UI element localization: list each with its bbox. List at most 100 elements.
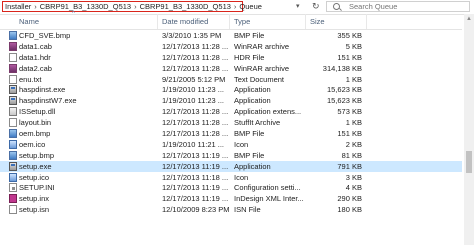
file-date: 12/17/2013 11:19 ...	[162, 183, 229, 193]
file-date: 1/19/2010 11:23 ...	[162, 96, 224, 106]
breadcrumb-separator-icon[interactable]: ›	[234, 2, 237, 11]
file-row[interactable]: CFD_SVE.bmp 3/3/2010 1:35 PM BMP File 355 K…	[0, 30, 462, 41]
column-header-type[interactable]: Type	[234, 17, 250, 26]
file-size: 4 KB	[345, 183, 362, 193]
file-type: Icon	[234, 172, 249, 182]
application-file-icon	[9, 96, 17, 106]
image-file-icon	[9, 129, 17, 139]
file-size: 151 KB	[337, 129, 362, 139]
file-name: setup.exe	[19, 161, 52, 171]
file-type: InDesign XML Inter...	[234, 194, 304, 204]
breadcrumb[interactable]: Installer › CBRP91_B3_1330D_Q513 › CBRP9…	[2, 1, 262, 12]
file-type: Application	[234, 96, 271, 106]
file-date: 1/19/2010 11:23 ...	[162, 85, 224, 95]
file-type: WinRAR archive	[234, 63, 290, 73]
icon-file-icon	[9, 172, 17, 182]
file-size: 5 KB	[345, 41, 362, 51]
column-header-date[interactable]: Date modified	[162, 17, 208, 26]
icon-file-icon	[9, 139, 17, 149]
file-name: setup.inx	[19, 194, 50, 204]
file-size: 1 KB	[345, 118, 362, 128]
file-date: 12/17/2013 11:28 ...	[162, 129, 229, 139]
breadcrumb-separator-icon[interactable]: ›	[134, 2, 137, 11]
file-row[interactable]: data1.cab 12/17/2013 11:28 ... WinRAR arch…	[0, 41, 462, 52]
file-date: 12/17/2013 11:19 ...	[162, 161, 229, 171]
column-divider[interactable]	[157, 14, 158, 29]
file-name: haspdinst.exe	[19, 85, 66, 95]
breadcrumb-folder-2[interactable]: CBRP91_B3_1330D_Q513	[140, 2, 231, 11]
file-size: 180 KB	[337, 205, 362, 215]
refresh-icon[interactable]: ↻	[312, 1, 320, 12]
file-name: SETUP.INI	[19, 183, 55, 193]
file-row[interactable]: oem.bmp 12/17/2013 11:28 ... BMP File 151 K…	[0, 128, 462, 139]
file-date: 12/17/2013 11:28 ...	[162, 52, 229, 62]
breadcrumb-installer[interactable]: Installer	[5, 2, 31, 11]
breadcrumb-queue[interactable]: Queue	[239, 2, 262, 11]
application-file-icon	[9, 161, 17, 171]
column-divider[interactable]	[229, 14, 230, 29]
file-size: 791 KB	[337, 161, 362, 171]
file-row[interactable]: enu.txt 9/21/2005 5:12 PM Text Document 1 K…	[0, 74, 462, 85]
file-type: Text Document	[234, 74, 285, 84]
file-size: 290 KB	[337, 194, 362, 204]
file-row[interactable]: setup.bmp 12/17/2013 11:19 ... BMP File 81 …	[0, 150, 462, 161]
sort-arrow-icon: ^	[72, 11, 75, 17]
file-row[interactable]: setup.ico 12/17/2013 11:18 ... Icon 3 KB	[0, 172, 462, 183]
file-row[interactable]: haspdinst.exe 1/19/2010 11:23 ... Applicat…	[0, 84, 462, 95]
file-size: 1 KB	[345, 74, 362, 84]
column-divider[interactable]	[366, 14, 367, 29]
file-name: CFD_SVE.bmp	[19, 31, 71, 40]
file-name: oem.bmp	[19, 129, 51, 139]
file-date: 9/21/2005 5:12 PM	[162, 74, 226, 84]
vertical-scrollbar[interactable]: ▲	[464, 14, 474, 245]
file-row[interactable]: ISSetup.dll 12/17/2013 11:28 ... Applicati…	[0, 106, 462, 117]
file-name: layout.bin	[19, 118, 52, 128]
column-header-size[interactable]: Size	[310, 17, 325, 26]
file-row[interactable]: setup.inx 12/17/2013 11:19 ... InDesign XM…	[0, 193, 462, 204]
file-row[interactable]: setup.exe 12/17/2013 11:19 ... Application…	[0, 160, 462, 172]
file-row[interactable]: oem.ico 1/19/2010 11:21 ... Icon 2 KB	[0, 139, 462, 150]
file-row[interactable]: haspdinstW7.exe 1/19/2010 11:23 ... Applic…	[0, 95, 462, 106]
extension-file-icon	[9, 107, 17, 117]
file-type: StuffIt Archive	[234, 118, 281, 128]
image-file-icon	[9, 150, 17, 160]
file-name: setup.isn	[19, 205, 50, 215]
file-date: 12/17/2013 11:28 ...	[162, 41, 229, 51]
generic-file-icon	[9, 52, 17, 62]
file-size: 151 KB	[337, 52, 362, 62]
column-header: Name ^ Date modified Type Size	[0, 11, 462, 30]
breadcrumb-folder-1[interactable]: CBRP91_B3_1330D_Q513	[40, 2, 131, 11]
file-row[interactable]: SETUP.INI 12/17/2013 11:19 ... Configurati…	[0, 182, 462, 193]
file-name: enu.txt	[19, 74, 42, 84]
file-date: 12/17/2013 11:28 ...	[162, 107, 229, 117]
file-name: setup.ico	[19, 172, 50, 182]
file-list: CFD_SVE.bmp 3/3/2010 1:35 PM BMP File 355 K…	[0, 30, 462, 215]
scroll-up-icon[interactable]: ▲	[466, 16, 472, 22]
address-dropdown-icon[interactable]: ▾	[296, 2, 300, 10]
file-type: Configuration setti...	[234, 183, 301, 193]
search-box[interactable]	[326, 1, 474, 12]
file-name: setup.bmp	[19, 150, 55, 160]
file-date: 12/17/2013 11:28 ...	[162, 118, 229, 128]
file-size: 81 KB	[341, 150, 362, 160]
file-name: data2.cab	[19, 63, 52, 73]
search-input[interactable]	[327, 2, 474, 11]
column-divider[interactable]	[305, 14, 306, 29]
file-size: 314,138 KB	[322, 63, 362, 73]
file-type: Application extens...	[234, 107, 302, 117]
file-type: BMP File	[234, 31, 265, 40]
file-row[interactable]: data2.cab 12/17/2013 11:28 ... WinRAR arch…	[0, 63, 462, 74]
scrollbar-thumb[interactable]	[466, 151, 472, 173]
file-type: ISN File	[234, 205, 261, 215]
file-row[interactable]: layout.bin 12/17/2013 11:28 ... StuffIt Ar…	[0, 117, 462, 128]
file-date: 12/17/2013 11:19 ...	[162, 150, 229, 160]
column-header-name[interactable]: Name	[19, 17, 39, 26]
text-file-icon	[9, 74, 17, 84]
breadcrumb-separator-icon[interactable]: ›	[34, 2, 37, 11]
file-row[interactable]: setup.isn 12/10/2009 8:23 PM ISN File 180 K…	[0, 204, 462, 215]
file-size: 2 KB	[345, 139, 362, 149]
file-type: Application	[234, 161, 271, 171]
file-size: 3 KB	[345, 172, 362, 182]
file-row[interactable]: data1.hdr 12/17/2013 11:28 ... HDR File 151…	[0, 52, 462, 63]
file-name: data1.cab	[19, 41, 52, 51]
